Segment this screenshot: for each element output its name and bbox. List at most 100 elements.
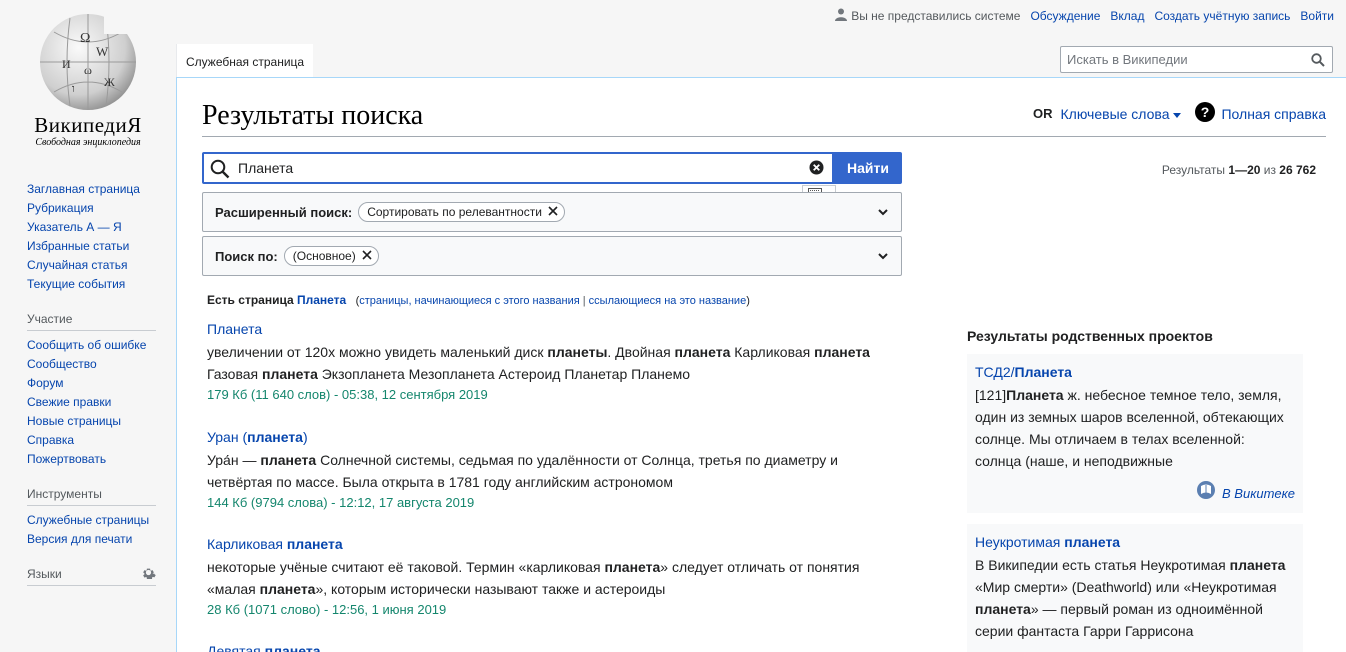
prefix-pages-link[interactable]: страницы, начинающиеся с этого названия: [359, 295, 579, 307]
sidebar-nav-item-3[interactable]: Избранные статьи: [27, 239, 129, 253]
sidebar-item: Служебные страницы: [27, 511, 156, 530]
results-count: Результаты 1—20 из 26 762: [1162, 163, 1316, 177]
sidebar-participation-item-6[interactable]: Пожертвовать: [27, 452, 106, 466]
sister-result-title-link[interactable]: ТСД2/Планета: [975, 364, 1072, 380]
logo[interactable]: Ω W И ω Ж ו ВикипедиЯ Свободная энциклоп…: [0, 0, 176, 160]
sidebar-nav-item-5[interactable]: Текущие события: [27, 277, 125, 291]
result-snippet: Ура́н — планета Солнечной системы, седьм…: [207, 452, 838, 490]
sister-result-text: В Википедии есть статья Неукротимая план…: [975, 557, 1286, 639]
result-snippet: увеличении от 120x можно увидеть маленьк…: [207, 344, 870, 382]
search-result: Карликовая планета некоторые учёные счит…: [207, 534, 887, 620]
main-search-box: [202, 152, 834, 184]
talk-link[interactable]: Обсуждение: [1030, 9, 1100, 23]
sidebar-nav-item-1[interactable]: Рубрикация: [27, 201, 94, 215]
keywords-dropdown[interactable]: Ключевые слова: [1061, 106, 1182, 122]
exact-page-notice: Есть страница Планета (страницы, начинаю…: [207, 293, 750, 307]
clear-icon[interactable]: [809, 160, 824, 180]
result-snippet: некоторые учёные считают её таковой. Тер…: [207, 559, 860, 597]
search-icon[interactable]: [1311, 53, 1325, 72]
keywords-label: Ключевые слова: [1060, 105, 1170, 122]
tab-special-page[interactable]: Служебная страница: [176, 44, 314, 77]
sidebar-participation-item-1[interactable]: Сообщество: [27, 357, 97, 371]
svg-text:ω: ω: [84, 63, 92, 77]
close-icon[interactable]: [362, 249, 372, 263]
result-title-link[interactable]: Карликовая планета: [207, 536, 343, 552]
sidebar-navigation: Заглавная страница Рубрикация Указатель А …: [27, 180, 156, 294]
svg-text:Ω: Ω: [80, 31, 90, 46]
sidebar-item: Пожертвовать: [27, 450, 156, 469]
search-icon: [210, 159, 230, 184]
help-icon: ?: [1195, 102, 1216, 125]
sidebar-item: Справка: [27, 431, 156, 450]
sidebar: Заглавная страница Рубрикация Указатель А …: [0, 180, 176, 604]
sidebar-participation: Участие Сообщить об ошибке Сообщество Фору…: [27, 312, 156, 469]
sidebar-participation-item-2[interactable]: Форум: [27, 376, 63, 390]
sidebar-item: Избранные статьи: [27, 237, 156, 256]
namespace-panel[interactable]: Поиск по: (Основное): [202, 236, 902, 276]
sort-chip: Сортировать по релевантности: [358, 202, 565, 222]
create-account-link[interactable]: Создать учётную запись: [1154, 9, 1290, 23]
result-meta: 179 Кб (11 640 слов) - 05:38, 12 сентябр…: [207, 387, 488, 402]
main-search-input[interactable]: [238, 157, 798, 179]
sidebar-participation-item-3[interactable]: Свежие правки: [27, 395, 111, 409]
chevron-down-icon[interactable]: [877, 206, 889, 221]
or-label: OR: [1033, 106, 1053, 121]
help-link[interactable]: ? Полная справка: [1195, 102, 1326, 125]
sidebar-item: Свежие правки: [27, 393, 156, 412]
user-icon: [835, 8, 848, 24]
svg-text:ו: ו: [72, 83, 75, 95]
exact-page-link[interactable]: Планета: [297, 293, 346, 307]
sidebar-nav-item-4[interactable]: Случайная статья: [27, 258, 127, 272]
svg-text:Ж: Ж: [104, 75, 115, 89]
sister-result-title-link[interactable]: Неукротимая планета: [975, 534, 1120, 550]
sidebar-item: Версия для печати: [27, 530, 156, 549]
sister-result: Неукротимая планета В Википедии есть ста…: [967, 524, 1303, 652]
sidebar-participation-item-0[interactable]: Сообщить об ошибке: [27, 338, 146, 352]
svg-text:W: W: [96, 44, 109, 59]
result-title-link[interactable]: Планета: [207, 321, 262, 337]
title-divider: [202, 136, 1326, 137]
sidebar-tools-item-0[interactable]: Служебные страницы: [27, 513, 149, 527]
sidebar-nav-item-0[interactable]: Заглавная страница: [27, 182, 140, 196]
contributions-link[interactable]: Вклад: [1110, 9, 1144, 23]
advanced-search-panel[interactable]: Расширенный поиск: Сортировать по релева…: [202, 192, 902, 232]
header-search-input[interactable]: [1061, 47, 1301, 72]
sidebar-participation-item-5[interactable]: Справка: [27, 433, 74, 447]
sidebar-item: Рубрикация: [27, 199, 156, 218]
exact-page-prefix: Есть страница: [207, 293, 297, 307]
sister-result: ТСД2/Планета [121]Планета ж. небесное те…: [967, 354, 1303, 513]
paren-close: ): [746, 295, 750, 307]
namespace-label: Поиск по:: [215, 248, 278, 264]
svg-text:?: ?: [1201, 104, 1210, 120]
sidebar-item: Новые страницы: [27, 412, 156, 431]
result-title-link[interactable]: Уран (планета): [207, 429, 308, 445]
login-link[interactable]: Войти: [1300, 9, 1334, 23]
sidebar-item: Текущие события: [27, 275, 156, 294]
gear-icon[interactable]: [141, 565, 156, 583]
sidebar-tools-item-1[interactable]: Версия для печати: [27, 532, 132, 546]
result-title-link[interactable]: Девятая планета: [207, 643, 320, 652]
advanced-search-label: Расширенный поиск:: [215, 204, 353, 220]
results-count-range: 1—20: [1228, 163, 1261, 177]
sister-source[interactable]: В Викитеке: [975, 480, 1295, 507]
sidebar-participation-item-4[interactable]: Новые страницы: [27, 414, 121, 428]
caret-down-icon: [1173, 106, 1182, 122]
namespace-chip: (Основное): [283, 246, 379, 266]
search-result: Девятая планета: [207, 641, 887, 652]
whatlinkshere-link[interactable]: ссылающиеся на это название: [589, 295, 747, 307]
anon-user: Вы не представились системе: [835, 8, 1020, 24]
link-separator: |: [579, 295, 589, 307]
sidebar-item: Заглавная страница: [27, 180, 156, 199]
find-button[interactable]: Найти: [834, 152, 902, 184]
sidebar-nav-item-2[interactable]: Указатель А — Я: [27, 220, 122, 234]
namespace-chip-label: (Основное): [292, 249, 356, 263]
sister-source-link[interactable]: В Викитеке: [1222, 483, 1295, 505]
wikisource-icon: [1196, 480, 1216, 507]
sidebar-item: Сообщить об ошибке: [27, 336, 156, 355]
chevron-down-icon[interactable]: [877, 250, 889, 265]
sidebar-item: Указатель А — Я: [27, 218, 156, 237]
close-icon[interactable]: [548, 205, 558, 219]
sister-result-text: [121]Планета ж. небесное темное тело, зе…: [975, 387, 1284, 469]
sister-projects-heading: Результаты родственных проектов: [967, 328, 1213, 344]
search-result: Уран (планета) Ура́н — планета Солнечной…: [207, 427, 887, 513]
